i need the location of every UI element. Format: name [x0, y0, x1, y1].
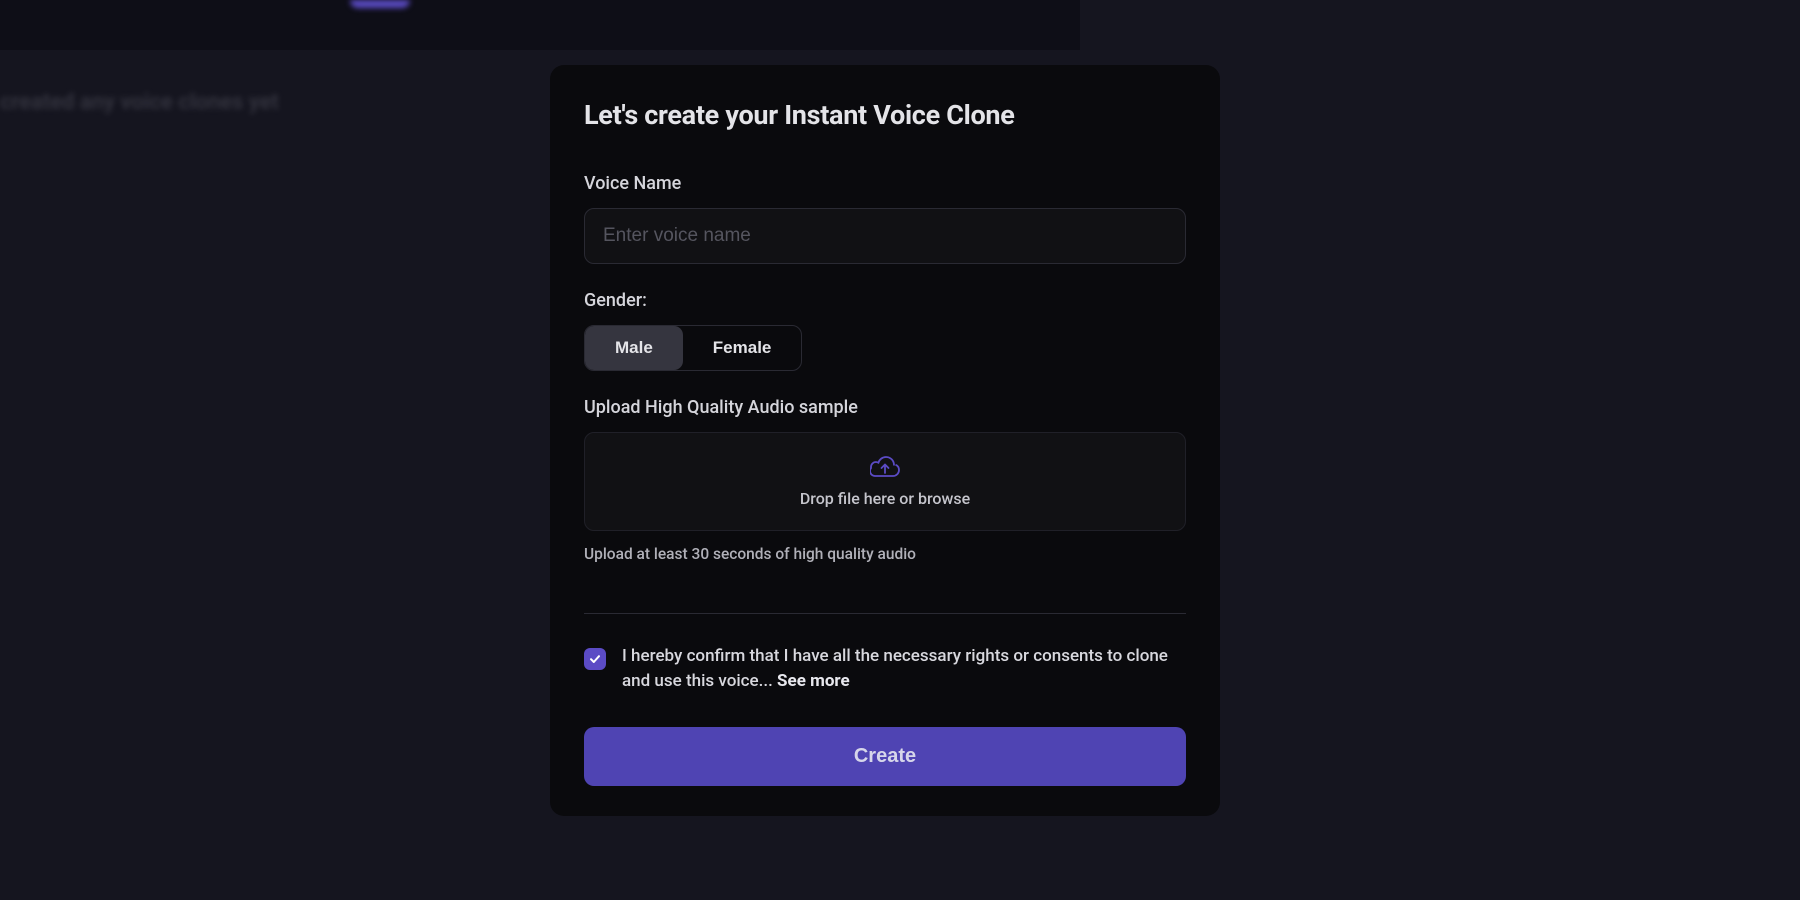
upload-hint: Upload at least 30 seconds of high quali… — [584, 545, 1186, 563]
cloud-upload-icon — [870, 455, 900, 479]
gender-male-button[interactable]: Male — [585, 326, 683, 370]
consent-checkbox[interactable] — [584, 648, 606, 670]
consent-text: I hereby confirm that I have all the nec… — [622, 644, 1186, 693]
consent-body: I hereby confirm that I have all the nec… — [622, 646, 1168, 691]
backdrop-blurred-text: created any voice clones yet — [0, 90, 279, 115]
modal-title: Let's create your Instant Voice Clone — [584, 99, 1186, 131]
gender-female-button[interactable]: Female — [683, 326, 802, 370]
consent-row: I hereby confirm that I have all the nec… — [584, 644, 1186, 693]
backdrop-top-bar — [0, 0, 1080, 50]
gender-label: Gender: — [584, 290, 1186, 311]
dropzone-instruction: Drop file here or browse — [585, 489, 1185, 508]
voice-name-input[interactable] — [584, 208, 1186, 264]
voice-clone-modal: Let's create your Instant Voice Clone Vo… — [550, 65, 1220, 816]
gender-toggle-group: Male Female — [584, 325, 802, 371]
create-button[interactable]: Create — [584, 727, 1186, 786]
voice-name-label: Voice Name — [584, 173, 1186, 194]
see-more-link[interactable]: See more — [777, 671, 850, 691]
check-icon — [589, 653, 601, 665]
audio-upload-dropzone[interactable]: Drop file here or browse — [584, 432, 1186, 531]
backdrop-accent-badge — [350, 0, 410, 8]
upload-label: Upload High Quality Audio sample — [584, 397, 1186, 418]
section-divider — [584, 613, 1186, 614]
